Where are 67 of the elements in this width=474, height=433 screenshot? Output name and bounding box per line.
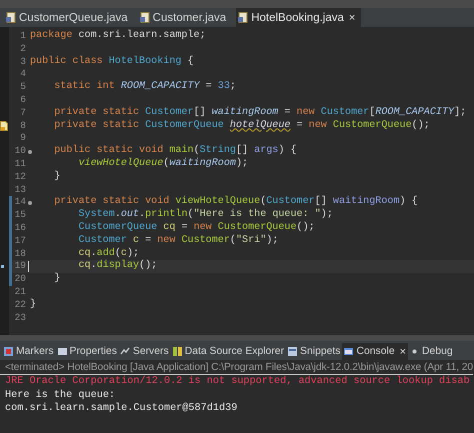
- output-line: com.sri.learn.sample.Customer@587d1d39: [5, 402, 238, 416]
- line-number: 10: [14, 145, 27, 158]
- file-tab[interactable]: Customer.java: [138, 8, 236, 27]
- code-line: public class HotelBooking {: [30, 56, 194, 68]
- line-number: 22: [14, 298, 27, 312]
- servers-icon: [120, 346, 131, 357]
- line-number: 1: [20, 30, 27, 43]
- line-number: 23: [14, 312, 27, 324]
- panel-tab[interactable]: Servers: [118, 343, 171, 360]
- panel-tab[interactable]: Markers: [2, 343, 56, 360]
- code-line: package com.sri.learn.sample;: [30, 30, 206, 43]
- line-number: 18: [14, 248, 27, 260]
- snippets-icon: [287, 346, 298, 357]
- properties-icon: [56, 346, 68, 357]
- line-number: 7: [20, 106, 27, 120]
- error-line: JRE Oracle Corporation/12.0.2 is not supported, advanced source lookup disab: [5, 375, 470, 389]
- line-number: 13: [14, 184, 27, 196]
- code-line: }: [53, 170, 60, 184]
- fold-icon[interactable]: [28, 150, 32, 154]
- java-file-icon: [6, 12, 16, 23]
- code-line: Customer c = new Customer("Sri");: [77, 234, 278, 248]
- line-number: 14: [14, 196, 27, 210]
- line-number: 2: [20, 42, 27, 56]
- panel-tab[interactable]: Console ×: [342, 343, 408, 360]
- java-file-icon: [140, 12, 150, 23]
- database-icon: [172, 346, 183, 357]
- line-number: 15: [14, 209, 27, 222]
- panel-tab[interactable]: Snippets: [286, 343, 342, 360]
- line-number: 11: [14, 158, 27, 171]
- line-number: 3: [20, 56, 27, 68]
- line-number: 20: [14, 273, 27, 286]
- file-tab[interactable]: HotelBooking.java ×: [236, 8, 362, 27]
- fold-icon[interactable]: [28, 200, 32, 205]
- text-cursor: [28, 261, 29, 272]
- code-line: public static void main(String[] args) {: [53, 145, 297, 158]
- console-header: <terminated> HotelBooking [Java Application] C:\Program Files\Java\jdk-12.0.2\bin\javaw.exe (Apr 11, 20: [0, 362, 473, 375]
- close-icon[interactable]: ×: [400, 346, 406, 358]
- panel-tab[interactable]: Debug: [408, 343, 455, 360]
- close-icon[interactable]: ×: [348, 12, 356, 24]
- code-line: private static void viewHotelQueue(Customer[] waitingRoom) {: [53, 196, 418, 208]
- panel-tab[interactable]: Data Source Explorer: [170, 343, 286, 360]
- console-icon: [343, 346, 354, 357]
- line-number: 8: [20, 120, 27, 132]
- line-number: 4: [20, 68, 27, 82]
- line-number: 6: [20, 94, 27, 107]
- line-number: 17: [14, 234, 27, 248]
- markers-icon: [3, 346, 14, 357]
- code-line: }: [30, 298, 36, 312]
- line-number: 5: [20, 81, 27, 94]
- code-line: System.out.println("Here is the queue: ");: [77, 209, 333, 222]
- file-tab[interactable]: CustomerQueue.java: [4, 8, 138, 27]
- code-line: }: [53, 273, 60, 286]
- code-line: static int ROOM_CAPACITY = 33;: [53, 81, 236, 94]
- code-line: CustomerQueue cq = new CustomerQueue();: [77, 222, 315, 234]
- line-number: 12: [14, 170, 27, 184]
- line-number: 19: [14, 260, 27, 274]
- output-line: Here is the queue:: [5, 388, 116, 402]
- code-line: viewHotelQueue(waitingRoom);: [77, 158, 248, 171]
- line-number: 16: [14, 222, 27, 235]
- code-line: private static CustomerQueue hotelQueue = new CustomerQueue();: [53, 120, 430, 132]
- panel-tab[interactable]: Properties: [56, 343, 119, 360]
- java-file-icon: [238, 12, 248, 23]
- code-line: cq.add(c);: [77, 248, 140, 260]
- code-line: cq.display();: [77, 260, 158, 274]
- code-line: private static Customer[] waitingRoom = new Customer[ROOM_CAPACITY];: [53, 106, 466, 120]
- line-number: 9: [20, 132, 27, 146]
- line-number: 21: [14, 286, 27, 299]
